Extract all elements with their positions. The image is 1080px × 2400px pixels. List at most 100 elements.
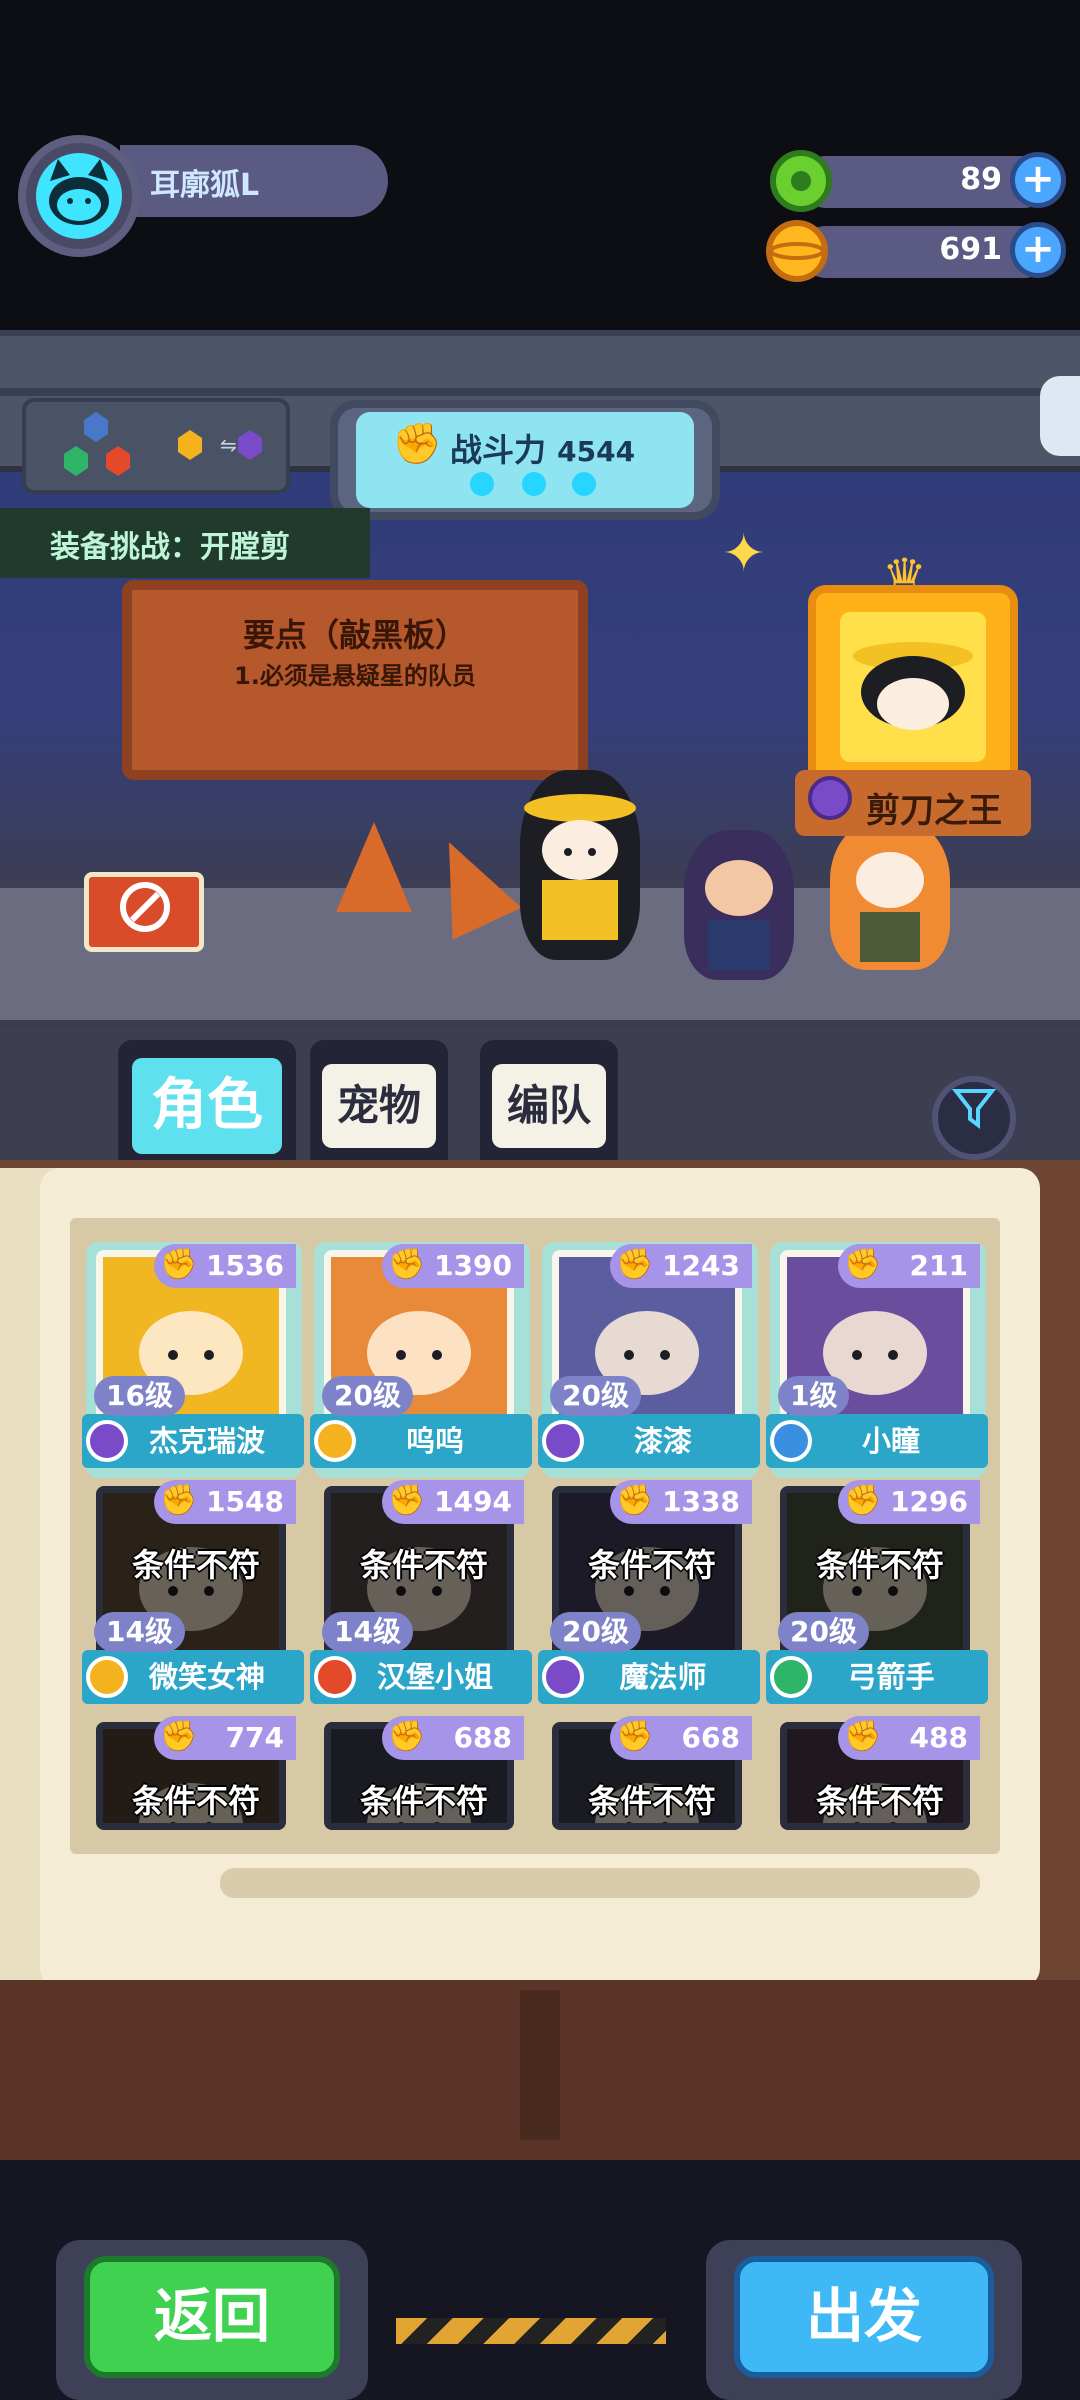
- tab-formation-label: 编队: [492, 1064, 606, 1148]
- power-fist-icon: ✊: [388, 1247, 426, 1282]
- hazard-stripe: [396, 2318, 666, 2344]
- tab-characters[interactable]: 角色: [118, 1040, 296, 1162]
- level-tag: 14级: [322, 1612, 413, 1652]
- notice-rule: 1.必须是悬疑星的队员: [234, 662, 476, 690]
- power-value: 1243: [662, 1249, 740, 1282]
- green-donut-icon: [770, 150, 832, 212]
- add-coin-button[interactable]: +: [1010, 222, 1066, 278]
- challenge-title: 装备挑战：开膛剪: [50, 530, 290, 565]
- power-value: 1494: [434, 1485, 512, 1518]
- player-name: 耳廓狐L: [150, 168, 260, 203]
- tab-characters-label: 角色: [132, 1058, 282, 1154]
- character-jack-on-stage: [520, 770, 640, 960]
- combat-power-label: 战斗力: [450, 431, 547, 469]
- power-fist-icon: ✊: [392, 421, 442, 467]
- power-value: 774: [225, 1721, 284, 1754]
- ineligible-label: 条件不符: [815, 1546, 944, 1584]
- power-tag: ✊ 688: [382, 1716, 524, 1760]
- power-value: 688: [453, 1721, 512, 1754]
- ineligible-label: 条件不符: [587, 1546, 716, 1584]
- side-scissors-tab[interactable]: [1040, 376, 1080, 456]
- power-tag: ✊ 488: [838, 1716, 980, 1760]
- featured-boss-title: 剪刀之王: [866, 791, 1002, 831]
- prohibited-icon: [120, 882, 170, 932]
- notice-title: 要点（敲黑板）: [242, 616, 467, 654]
- book-spine: [520, 1990, 560, 2140]
- roster-card[interactable]: ✊ 1494 条件不符 汉堡小姐 14级: [310, 1480, 532, 1716]
- class-badge-icon: [314, 1420, 356, 1462]
- roster-card[interactable]: ✊ 1390 呜呜 20级: [310, 1242, 532, 1480]
- back-button[interactable]: 返回: [84, 2256, 340, 2378]
- power-value: 211: [909, 1249, 968, 1282]
- class-badge-icon: [86, 1656, 128, 1698]
- power-tag: ✊ 1390: [382, 1244, 524, 1288]
- ineligible-label: 条件不符: [587, 1782, 716, 1820]
- power-value: 668: [681, 1721, 740, 1754]
- power-value: 1548: [206, 1485, 284, 1518]
- power-fist-icon: ✊: [616, 1719, 654, 1754]
- roster-card[interactable]: ✊ 774 条件不符: [96, 1716, 296, 1830]
- depart-button[interactable]: 出发: [734, 2256, 994, 2378]
- donut-count: 89: [960, 162, 1002, 197]
- power-fist-icon: ✊: [388, 1719, 426, 1754]
- ineligible-label: 条件不符: [131, 1782, 260, 1820]
- power-tag: ✊ 1548: [154, 1480, 296, 1524]
- level-tag: 20级: [322, 1376, 413, 1416]
- indicator-dot: [522, 472, 546, 496]
- roster-card[interactable]: ✊ 211 小瞳 1级: [766, 1242, 988, 1480]
- power-fist-icon: ✊: [160, 1483, 198, 1518]
- power-value: 1536: [206, 1249, 284, 1282]
- truss: [0, 388, 1080, 396]
- element-cycle-panel[interactable]: ⇋: [22, 398, 290, 494]
- roster-card[interactable]: ✊ 1548 条件不符 微笑女神 14级: [82, 1480, 304, 1716]
- level-tag: 20级: [778, 1612, 869, 1652]
- power-tag: ✊ 668: [610, 1716, 752, 1760]
- tab-pets[interactable]: 宠物: [310, 1040, 448, 1162]
- sparkle-star-icon: ✦: [722, 524, 766, 584]
- level-tag: 1级: [778, 1376, 850, 1416]
- roster-card[interactable]: ✊ 488 条件不符: [780, 1716, 980, 1830]
- indicator-dot: [572, 472, 596, 496]
- roster-card[interactable]: ✊ 1338 条件不符 魔法师 20级: [538, 1480, 760, 1716]
- class-badge-icon: [86, 1420, 128, 1462]
- tab-formation[interactable]: 编队: [480, 1040, 618, 1162]
- roster-card[interactable]: ✊ 1296 条件不符 弓箭手 20级: [766, 1480, 988, 1716]
- level-tag: 20级: [550, 1612, 641, 1652]
- power-fist-icon: ✊: [616, 1247, 654, 1282]
- traffic-cone-icon: [336, 822, 412, 912]
- roster-card[interactable]: ✊ 688 条件不符: [324, 1716, 524, 1830]
- filter-button[interactable]: [932, 1076, 1016, 1160]
- power-fist-icon: ✊: [388, 1483, 426, 1518]
- ineligible-label: 条件不符: [131, 1546, 260, 1584]
- coin-count: 691: [939, 232, 1002, 267]
- power-fist-icon: ✊: [616, 1483, 654, 1518]
- power-tag: ✊ 1494: [382, 1480, 524, 1524]
- class-badge-icon: [314, 1656, 356, 1698]
- class-badge-icon: [770, 1656, 812, 1698]
- class-badge-icon: [542, 1420, 584, 1462]
- filter-funnel-icon: [951, 1089, 997, 1129]
- roster-card[interactable]: ✊ 1536 杰克瑞波 16级: [82, 1242, 304, 1480]
- power-fist-icon: ✊: [844, 1247, 882, 1282]
- combat-power-value: 4544: [557, 435, 636, 468]
- power-tag: ✊ 1243: [610, 1244, 752, 1288]
- power-tag: ✊ 211: [838, 1244, 980, 1288]
- power-fist-icon: ✊: [160, 1719, 198, 1754]
- roster-card[interactable]: ✊ 1243 漆漆 20级: [538, 1242, 760, 1480]
- power-tag: ✊ 1536: [154, 1244, 296, 1288]
- combat-power-readout: 战斗力 4544: [450, 425, 635, 471]
- svg-text:⇋: ⇋: [220, 433, 237, 457]
- character-qiqi-on-stage: [684, 830, 794, 980]
- power-value: 1338: [662, 1485, 740, 1518]
- roster-card[interactable]: ✊ 668 条件不符: [552, 1716, 752, 1830]
- tab-pets-label: 宠物: [322, 1064, 436, 1148]
- add-donut-button[interactable]: +: [1010, 152, 1066, 208]
- ineligible-label: 条件不符: [815, 1782, 944, 1820]
- power-tag: ✊ 1338: [610, 1480, 752, 1524]
- featured-boss-portrait: [840, 612, 986, 762]
- gold-planet-coin-icon: [766, 220, 828, 282]
- power-value: 488: [909, 1721, 968, 1754]
- character-wuwu-on-stage: [830, 820, 950, 970]
- level-tag: 14级: [94, 1612, 185, 1652]
- fox-avatar-icon: [36, 153, 122, 239]
